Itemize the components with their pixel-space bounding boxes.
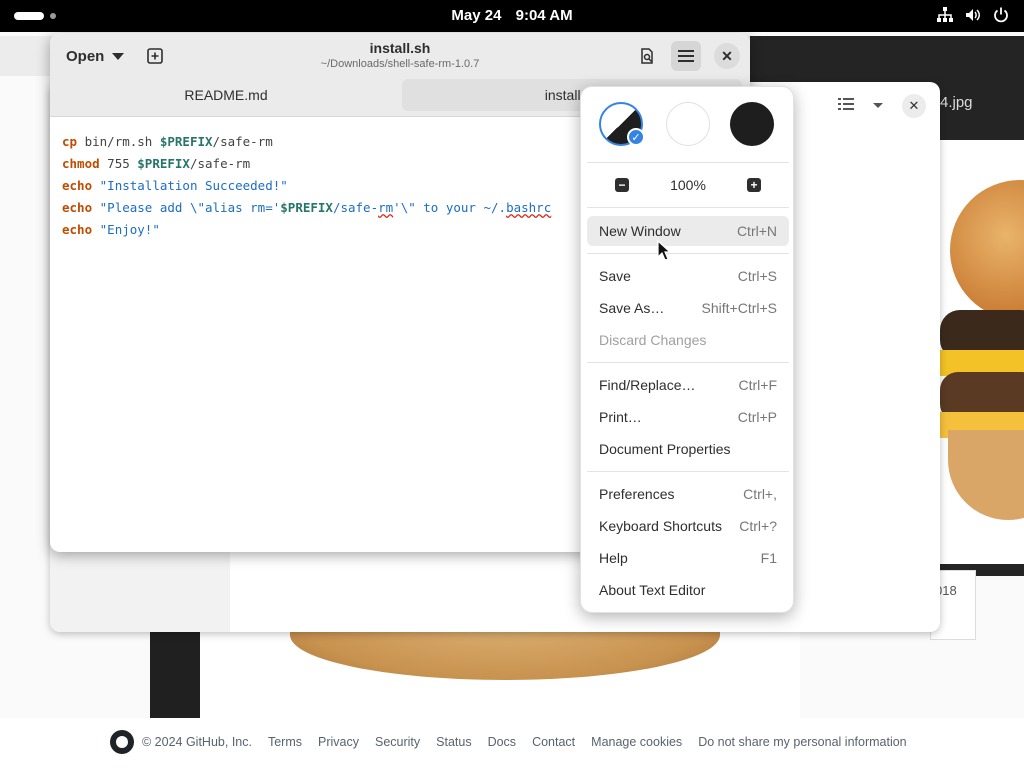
menu-item-label: New Window [599,223,681,239]
zoom-level[interactable]: 100% [641,177,735,193]
menu-item-help[interactable]: Help F1 [587,543,789,573]
chevron-down-icon [112,52,125,60]
background-toolbar: ✕ [838,94,926,118]
menu-item-shortcut: Ctrl+S [737,268,777,284]
menu-item-discard-changes: Discard Changes [587,325,789,355]
zoom-controls: − 100% + [581,171,795,201]
system-tray[interactable] [936,6,1010,24]
style-dark[interactable] [730,102,774,146]
menu-item-label: Save As… [599,300,665,316]
menu-item-label: Discard Changes [599,332,707,348]
menu-item-print[interactable]: Print… Ctrl+P [587,402,789,432]
menu-item-label: About Text Editor [599,582,706,598]
hamburger-icon [678,50,694,62]
code-line: echo "Installation Succeeded!" [62,178,288,193]
document-search-button[interactable] [632,41,662,71]
plus-icon: + [750,178,758,192]
menu-item-save[interactable]: Save Ctrl+S [587,261,789,291]
menu-separator [587,471,789,472]
close-window-button[interactable]: ✕ [714,43,740,69]
clock-time: 9:04 AM [515,7,573,24]
menu-separator [587,162,789,163]
main-menu-button[interactable] [671,41,701,71]
menu-item-shortcut: Shift+Ctrl+S [701,300,777,316]
menu-separator [587,207,789,208]
burger-image [940,140,1024,564]
document-search-icon [641,48,653,64]
menu-item-save-as[interactable]: Save As… Shift+Ctrl+S [587,293,789,323]
menu-item-label: Find/Replace… [599,377,696,393]
menu-item-shortcut: F1 [760,550,777,566]
code-line: echo "Please add \"alias rm='$PREFIX/saf… [62,200,552,215]
github-logo-icon[interactable] [110,730,134,754]
menu-separator [587,362,789,363]
clock[interactable]: May 24 9:04 AM [0,7,1024,24]
top-bar: May 24 9:04 AM [0,0,1024,32]
footer-link-docs[interactable]: Docs [488,735,516,749]
document-title: install.sh [369,40,431,56]
open-label: Open [66,47,105,65]
open-button[interactable]: Open [58,41,132,71]
menu-item-label: Keyboard Shortcuts [599,518,722,534]
close-icon: ✕ [721,47,733,64]
style-light[interactable] [666,102,710,146]
footer-link-terms[interactable]: Terms [268,735,302,749]
list-view-icon[interactable] [838,97,854,116]
code-line: chmod 755 $PREFIX/safe-rm [62,156,251,171]
github-footer: © 2024 GitHub, Inc. Terms Privacy Securi… [110,730,907,754]
code-line: cp bin/rm.sh $PREFIX/safe-rm [62,134,273,149]
minus-icon: − [618,178,626,192]
footer-link-security[interactable]: Security [375,735,420,749]
footer-copyright: © 2024 GitHub, Inc. [142,735,252,749]
menu-item-shortcut: Ctrl+N [736,223,777,239]
footer-link-privacy[interactable]: Privacy [318,735,359,749]
close-icon[interactable]: ✕ [902,94,926,118]
menu-item-keyboard-shortcuts[interactable]: Keyboard Shortcuts Ctrl+? [587,511,789,541]
footer-link-cookies[interactable]: Manage cookies [591,735,682,749]
menu-separator [587,253,789,254]
check-icon: ✓ [627,128,645,146]
menu-item-preferences[interactable]: Preferences Ctrl+, [587,479,789,509]
volume-icon[interactable] [964,6,982,24]
header-bar: Open install.sh ~/Downloads/shell-safe-r… [50,33,750,79]
image-viewer-title: 4.jpg [940,94,973,111]
network-icon[interactable] [936,6,954,24]
menu-item-find-replace[interactable]: Find/Replace… Ctrl+F [587,370,789,400]
tab-readme[interactable]: README.md [58,79,394,111]
new-tab-button[interactable] [142,43,168,69]
menu-item-label: Save [599,268,631,284]
power-icon[interactable] [992,6,1010,24]
footer-link-do-not-share[interactable]: Do not share my personal information [698,735,906,749]
style-switcher: ✓ [581,99,795,149]
code-line: echo "Enjoy!" [62,222,160,237]
menu-item-label: Help [599,550,628,566]
new-tab-icon [147,48,163,64]
menu-item-shortcut: Ctrl+? [739,518,777,534]
menu-item-shortcut: Ctrl+F [738,377,778,393]
footer-link-contact[interactable]: Contact [532,735,575,749]
main-menu-popover: ✓ − 100% + New Window Ctrl+N Save Ctrl+S… [580,86,794,613]
mouse-cursor-icon [657,240,671,261]
clock-date: May 24 [451,7,502,24]
menu-item-label: Preferences [599,486,675,502]
menu-item-about[interactable]: About Text Editor [587,575,789,605]
footer-link-status[interactable]: Status [436,735,471,749]
zoom-out-button[interactable]: − [615,178,629,192]
menu-item-shortcut: Ctrl+, [743,486,777,502]
document-path: ~/Downloads/shell-safe-rm-1.0.7 [320,58,480,70]
menu-item-shortcut: Ctrl+P [737,409,777,425]
zoom-in-button[interactable]: + [747,178,761,192]
chevron-down-icon[interactable] [872,97,884,115]
code-editor[interactable]: cp bin/rm.sh $PREFIX/safe-rm chmod 755 $… [62,131,551,241]
background-viewer-bar [750,36,1024,76]
menu-item-label: Print… [599,409,642,425]
menu-item-new-window[interactable]: New Window Ctrl+N [587,216,789,246]
menu-item-label: Document Properties [599,441,731,457]
menu-item-document-properties[interactable]: Document Properties [587,434,789,464]
